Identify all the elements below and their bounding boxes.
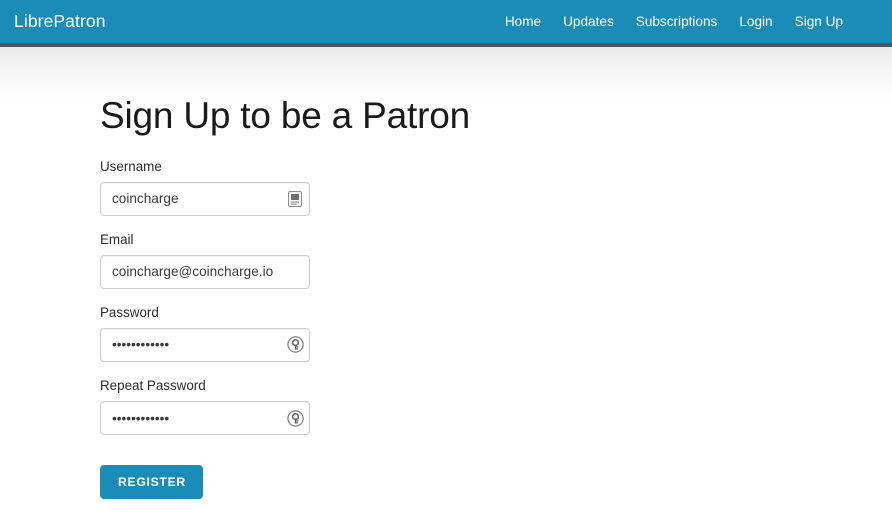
nav-link-home[interactable]: Home bbox=[494, 15, 552, 29]
key-circle-icon[interactable] bbox=[286, 336, 304, 354]
nav-link-signup[interactable]: Sign Up bbox=[784, 15, 854, 29]
contact-card-icon[interactable] bbox=[286, 190, 304, 208]
username-input-wrap bbox=[100, 181, 310, 216]
key-circle-icon[interactable] bbox=[286, 409, 304, 427]
repeat-password-input[interactable] bbox=[100, 401, 310, 435]
email-input-wrap bbox=[100, 254, 310, 289]
page-title: Sign Up to be a Patron bbox=[100, 95, 470, 136]
password-input-wrap bbox=[100, 327, 310, 362]
nav-link-login[interactable]: Login bbox=[728, 15, 783, 29]
repeat-password-label: Repeat Password bbox=[100, 377, 206, 393]
navbar: LibrePatron Home Updates Subscriptions L… bbox=[0, 0, 892, 47]
form-group-password: Password bbox=[100, 305, 892, 362]
register-button[interactable]: Register bbox=[100, 465, 203, 500]
username-label: Username bbox=[100, 158, 162, 174]
form-group-email: Email bbox=[100, 232, 892, 289]
repeat-password-input-wrap bbox=[100, 401, 310, 435]
signup-container: Sign Up to be a Patron Username coinchar… bbox=[0, 47, 892, 500]
brand-logo[interactable]: LibrePatron bbox=[10, 12, 106, 31]
nav-link-updates[interactable]: Updates bbox=[552, 15, 625, 29]
password-label: Password bbox=[100, 304, 159, 320]
username-input[interactable] bbox=[100, 181, 310, 216]
signup-form: Username Email bbox=[100, 159, 892, 500]
email-input[interactable] bbox=[100, 254, 310, 289]
form-group-repeat-password: Repeat Password bbox=[100, 378, 892, 435]
nav-links: Home Updates Subscriptions Login Sign Up bbox=[494, 15, 854, 29]
password-input[interactable] bbox=[100, 327, 310, 362]
form-group-username: Username bbox=[100, 159, 892, 216]
page-background: Sign Up to be a Patron Username coinchar… bbox=[0, 47, 892, 525]
nav-link-subscriptions[interactable]: Subscriptions bbox=[625, 15, 729, 29]
email-label: Email bbox=[100, 231, 134, 247]
